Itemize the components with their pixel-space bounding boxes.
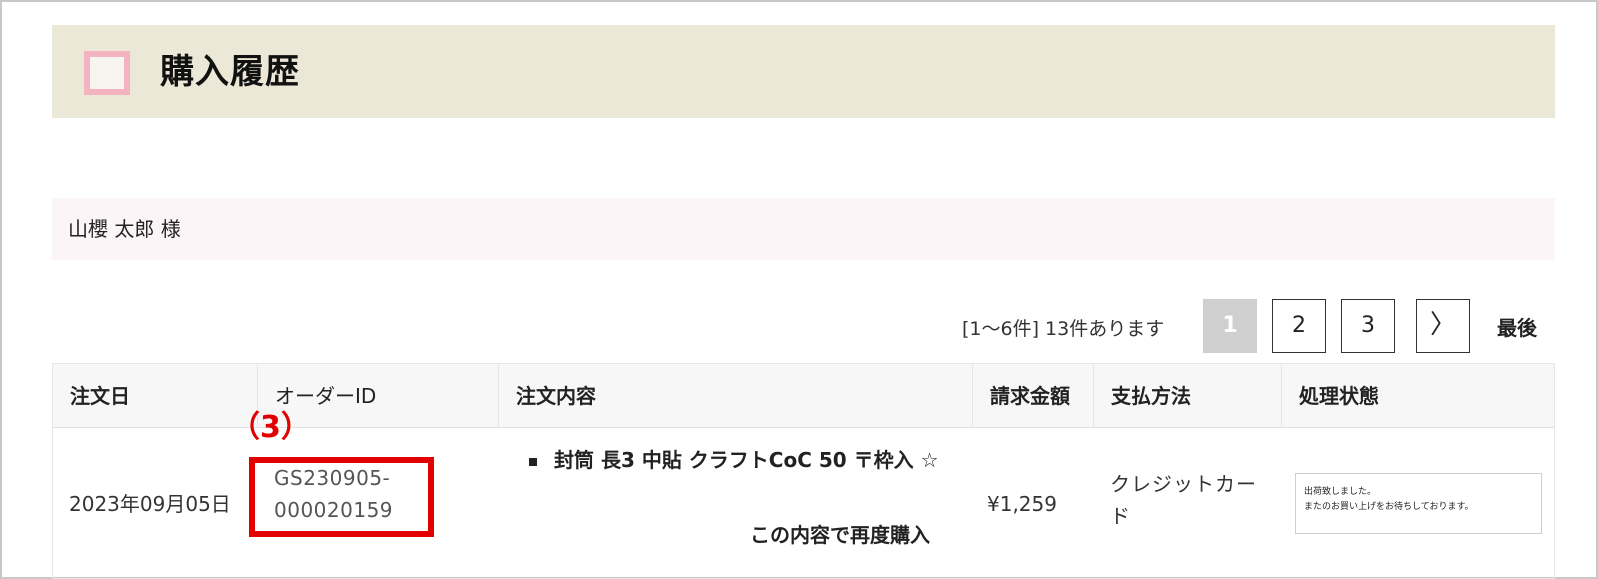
- last-page-link[interactable]: 最後: [1497, 314, 1537, 342]
- status-line-2: またのお買い上げをお待ちしております。: [1304, 502, 1474, 512]
- header-order-date: 注文日: [53, 364, 258, 428]
- title-square-icon: [84, 51, 130, 95]
- rebuy-link[interactable]: この内容で再度購入: [750, 519, 930, 551]
- customer-name: 山櫻 太郎 様: [68, 217, 181, 241]
- header-processing-status: 処理状態: [1299, 384, 1379, 408]
- page-button-2[interactable]: 2: [1272, 299, 1326, 353]
- annotation-label: （3）: [230, 410, 311, 445]
- bullet-icon: [529, 458, 537, 466]
- header-order-content: 注文内容: [499, 364, 973, 428]
- page-button-3[interactable]: 3: [1341, 299, 1395, 353]
- page-button-1[interactable]: 1: [1203, 299, 1257, 353]
- next-page-button[interactable]: 〉: [1416, 299, 1470, 353]
- header-billing-amount: 請求金額: [973, 364, 1094, 428]
- header-payment-method: 支払方法: [1094, 364, 1282, 428]
- order-item-name: 封筒 長3 中貼 クラフトCoC 50 〒枠入 ☆: [554, 448, 939, 472]
- annotation-highlight-box: [249, 457, 434, 537]
- result-count: [1〜6件] 13件あります: [962, 318, 1165, 340]
- status-message-box: 出荷致しました。 またのお買い上げをお待ちしております。: [1295, 473, 1542, 534]
- payment-method: クレジットカード: [1110, 472, 1257, 528]
- page-title: 購入履歴: [160, 52, 300, 92]
- status-line-1: 出荷致しました。: [1304, 487, 1377, 497]
- order-date: 2023年09月05日: [69, 492, 231, 516]
- customer-name-bar: [52, 198, 1555, 260]
- billing-amount: ¥1,259: [987, 492, 1057, 516]
